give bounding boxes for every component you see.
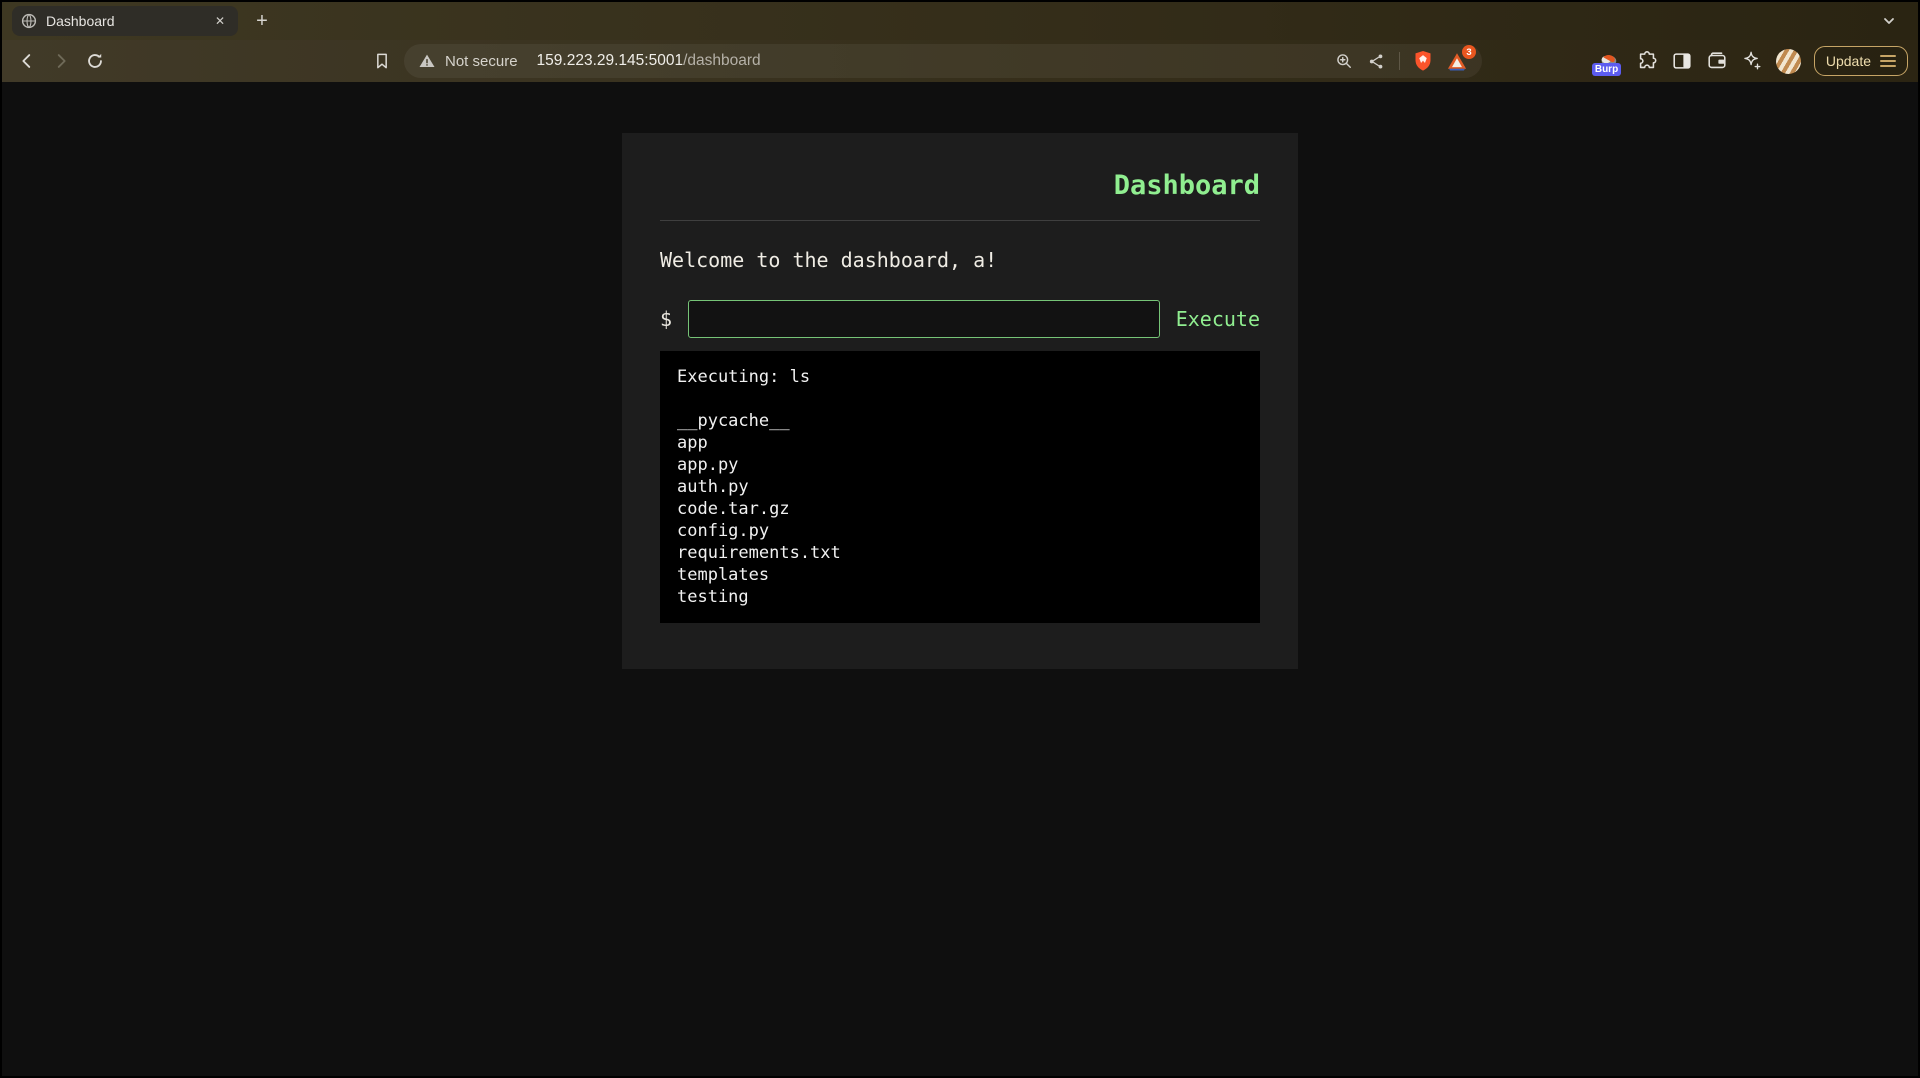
triangle-extension-icon[interactable]: 3: [1446, 51, 1468, 71]
wallet-icon[interactable]: [1706, 50, 1728, 72]
zoom-in-icon[interactable]: [1334, 51, 1354, 71]
address-bar-separator: [1399, 52, 1400, 70]
bookmark-icon[interactable]: [368, 47, 396, 75]
menu-hamburger-icon: [1880, 55, 1896, 67]
browser-toolbar: Not secure 159.223.29.145:5001/dashboard…: [2, 40, 1918, 82]
terminal-output-text: Executing: ls __pycache__ app app.py aut…: [677, 366, 1243, 608]
page-title: Dashboard: [660, 170, 1260, 201]
burp-extension-badge: Burp: [1592, 63, 1621, 76]
web-page: Dashboard Welcome to the dashboard, a! $…: [2, 82, 1918, 1076]
url-text: 159.223.29.145:5001/dashboard: [537, 52, 761, 70]
extensions-puzzle-icon[interactable]: [1636, 50, 1658, 72]
tab-title: Dashboard: [46, 13, 202, 29]
command-prompt-row: $ Execute: [660, 300, 1260, 338]
burp-extension-icon[interactable]: Burp: [1593, 45, 1623, 77]
browser-window: Dashboard ✕ + Not secure 159.223.29.145:…: [0, 0, 1920, 1078]
title-divider: [660, 220, 1260, 221]
toolbar-right-icons: Burp Update: [1593, 45, 1908, 77]
reload-button[interactable]: [80, 46, 110, 76]
url-host: 159.223.29.145:5001: [537, 52, 684, 69]
leo-ai-sparkle-icon[interactable]: [1741, 50, 1763, 72]
address-bar[interactable]: Not secure 159.223.29.145:5001/dashboard…: [404, 44, 1482, 78]
command-input[interactable]: [688, 300, 1160, 338]
terminal-output: Executing: ls __pycache__ app app.py aut…: [660, 351, 1260, 623]
security-label: Not secure: [445, 53, 518, 70]
update-label: Update: [1826, 53, 1871, 69]
url-path: /dashboard: [683, 52, 761, 69]
update-menu-button[interactable]: Update: [1814, 46, 1908, 76]
forward-button[interactable]: [46, 46, 76, 76]
tab-close-icon[interactable]: ✕: [211, 12, 229, 30]
tab-search-chevron-down-icon[interactable]: [1876, 8, 1902, 34]
execute-button[interactable]: Execute: [1176, 307, 1260, 331]
triangle-extension-badge: 3: [1462, 45, 1476, 59]
tab-strip: Dashboard ✕ +: [2, 2, 1918, 40]
globe-favicon-icon: [21, 13, 37, 29]
warning-triangle-icon: [418, 52, 436, 70]
brave-shield-icon[interactable]: [1413, 50, 1433, 72]
dashboard-card: Dashboard Welcome to the dashboard, a! $…: [622, 133, 1298, 669]
prompt-symbol: $: [660, 307, 672, 331]
profile-avatar[interactable]: [1776, 49, 1801, 74]
new-tab-button[interactable]: +: [248, 7, 276, 35]
share-icon[interactable]: [1367, 52, 1386, 71]
address-bar-actions: 3: [1334, 50, 1468, 72]
sidebar-icon[interactable]: [1671, 50, 1693, 72]
back-button[interactable]: [12, 46, 42, 76]
welcome-message: Welcome to the dashboard, a!: [660, 248, 1260, 272]
tab-dashboard[interactable]: Dashboard ✕: [12, 6, 238, 36]
